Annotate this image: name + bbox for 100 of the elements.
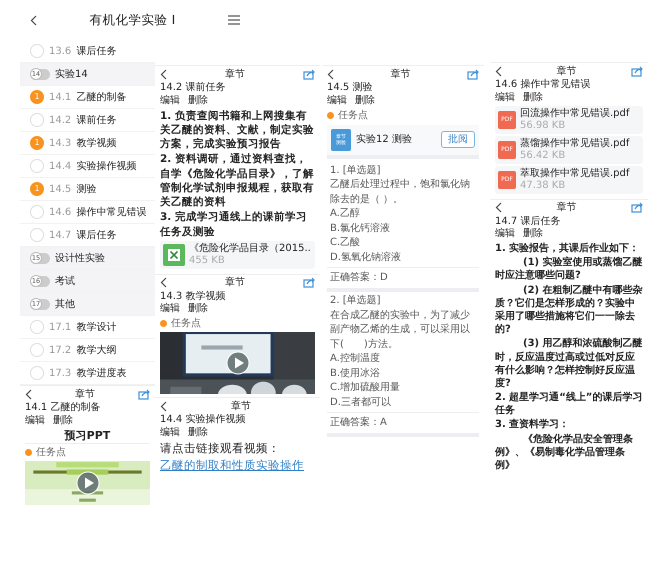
back-icon[interactable] xyxy=(30,14,37,26)
file-size: 56.98 KB xyxy=(520,120,566,132)
status-circle xyxy=(30,228,44,242)
action-link[interactable]: 编辑 xyxy=(327,94,347,106)
question-text: 在合成乙醚的实验中，为了减少副产物乙烯的生成，可以采用以下( )方法。 xyxy=(330,308,471,352)
correct-answer: 正确答案：D xyxy=(327,268,479,292)
file-size: 47.38 KB xyxy=(520,180,566,192)
paragraph: 1. 负责查阅书籍和上网搜集有关乙醚的资料、文献，制定实验方案，完成实验预习报告 xyxy=(160,108,315,152)
status-dot xyxy=(327,112,334,118)
action-link[interactable]: 编辑 xyxy=(160,303,180,316)
action-link[interactable]: 编辑 xyxy=(495,228,515,240)
question-number: 1. [单选题] xyxy=(330,164,382,178)
paragraph: 3. 查资料学习： xyxy=(495,418,570,432)
chapter-label: 实验14 xyxy=(55,68,88,80)
paragraph: 2. 资料调研，通过资料查找，自学《危险化学品目录》，了解管制化学试剂申报规程，获取有关乙醚的资料 xyxy=(160,152,315,210)
page-title: 章节 xyxy=(225,276,245,290)
action-link[interactable]: 编辑 xyxy=(495,92,515,104)
video-link[interactable]: 乙醚的制取和性质实验操作 xyxy=(160,458,304,472)
play-button[interactable] xyxy=(76,470,100,495)
share-icon[interactable] xyxy=(138,388,150,400)
share-icon[interactable] xyxy=(467,68,479,80)
course-title: 有机化学实验 I xyxy=(90,12,176,28)
paragraph: 《危险化学品安全管理条例》、《易制毒化学品管理条例》 xyxy=(495,432,634,472)
lesson-label: 实验操作视频 xyxy=(76,160,136,172)
lesson-number: 17.1 xyxy=(49,320,72,334)
paragraph: (2) 在粗制乙醚中有哪些杂质？它们是怎样形成的？实验中采用了哪些措施将它们一一除去的? xyxy=(495,284,643,336)
lesson-row[interactable]: 1 14.1 乙醚的制备 xyxy=(20,86,155,109)
file-card[interactable]: 《危险化学品目录（2015.. 455 KB xyxy=(160,240,315,269)
status-circle xyxy=(30,366,44,380)
share-icon[interactable] xyxy=(631,66,643,76)
quiz-title: 实验12 测验 xyxy=(356,133,412,146)
action-link[interactable]: 删除 xyxy=(188,94,208,106)
chapter-label: 考试 xyxy=(55,274,75,288)
file-name: 《危险化学品目录（2015.. xyxy=(189,242,311,255)
back-icon[interactable] xyxy=(495,202,502,213)
share-icon[interactable] xyxy=(631,202,643,213)
back-icon[interactable] xyxy=(160,400,167,412)
back-icon[interactable] xyxy=(160,68,167,80)
share-icon[interactable] xyxy=(303,68,315,80)
lesson-number: 13.6 xyxy=(49,44,72,58)
action-link[interactable]: 编辑 xyxy=(160,94,180,106)
answer-option: A.乙醇 xyxy=(330,207,476,222)
status-circle xyxy=(30,159,44,173)
action-link[interactable]: 删除 xyxy=(53,414,73,426)
status-circle xyxy=(30,113,44,127)
action-link[interactable]: 删除 xyxy=(355,94,375,106)
status-circle xyxy=(30,320,44,334)
lesson-label: 教学视频 xyxy=(76,136,116,150)
lesson-label: 测验 xyxy=(76,182,96,196)
file-name: 回流操作中常见错误.pdf xyxy=(520,108,630,120)
lesson-number: 14.3 xyxy=(49,136,72,150)
paragraph: (1) 实验室使用或蒸馏乙醚时应注意哪些问题? xyxy=(495,256,643,283)
lesson-number: 14.4 xyxy=(49,160,72,172)
task-point-label: 任务点 xyxy=(36,446,66,459)
action-link[interactable]: 编辑 xyxy=(25,414,45,426)
back-icon[interactable] xyxy=(327,68,334,80)
action-link[interactable]: 删除 xyxy=(523,228,543,240)
question-text: 乙醚后处理过程中，饱和氯化钠除去的是（ ）。 xyxy=(330,178,471,206)
lesson-label: 教学设计 xyxy=(76,320,116,334)
file-name: 蒸馏操作中常见错误.pdf xyxy=(520,138,630,150)
lesson-number: 14.5 xyxy=(49,182,72,196)
play-button[interactable] xyxy=(226,351,250,376)
section-heading: 预习PPT xyxy=(25,428,150,444)
answer-option: C.增加硫酸用量 xyxy=(330,381,476,396)
section-title: 14.1 乙醚的制备 xyxy=(25,402,102,414)
paragraph: 3. 完成学习通线上的课前学习任务及测验 xyxy=(160,210,308,239)
instruction-text: 请点击链接观看视频： xyxy=(160,440,281,456)
file-name: 萃取操作中常见错误.pdf xyxy=(520,168,630,180)
correct-answer: 正确答案：A xyxy=(327,413,479,437)
lesson-number: 14.1 xyxy=(49,90,72,104)
section-title: 14.3 教学视频 xyxy=(160,290,226,302)
action-link[interactable]: 删除 xyxy=(188,303,208,316)
file-size: 455 KB xyxy=(189,254,226,267)
action-link[interactable]: 删除 xyxy=(523,92,543,104)
answer-option: A.控制温度 xyxy=(330,352,476,366)
page-title: 章节 xyxy=(75,388,95,400)
count-badge: 1 xyxy=(30,182,44,196)
chapter-label: 设计性实验 xyxy=(55,252,105,264)
review-button[interactable]: 批阅 xyxy=(441,131,475,148)
paragraph: 2. 超星学习通“线上”的课后学习任务 xyxy=(495,391,643,418)
lesson-label: 课前任务 xyxy=(76,114,116,126)
lesson-label: 课后任务 xyxy=(76,228,116,242)
lesson-row[interactable]: 1 14.5 测验 xyxy=(20,178,155,201)
spreadsheet-icon xyxy=(163,244,185,266)
page-title: 章节 xyxy=(556,201,576,214)
lesson-label: 教学进度表 xyxy=(76,366,126,380)
back-icon[interactable] xyxy=(495,66,502,76)
lesson-row[interactable]: 1 14.3 教学视频 xyxy=(20,132,155,155)
share-icon[interactable] xyxy=(303,277,315,288)
page-title: 章节 xyxy=(556,64,576,78)
page-title: 章节 xyxy=(231,400,251,413)
back-icon[interactable] xyxy=(25,388,32,400)
back-icon[interactable] xyxy=(160,277,167,288)
action-link[interactable]: 删除 xyxy=(188,426,208,439)
count-badge: 1 xyxy=(30,136,44,150)
lesson-number: 14.7 xyxy=(49,228,72,242)
action-link[interactable]: 编辑 xyxy=(160,426,180,439)
section-title: 14.7 课后任务 xyxy=(495,216,562,228)
page-title: 章节 xyxy=(390,68,410,80)
menu-icon[interactable] xyxy=(228,15,240,25)
